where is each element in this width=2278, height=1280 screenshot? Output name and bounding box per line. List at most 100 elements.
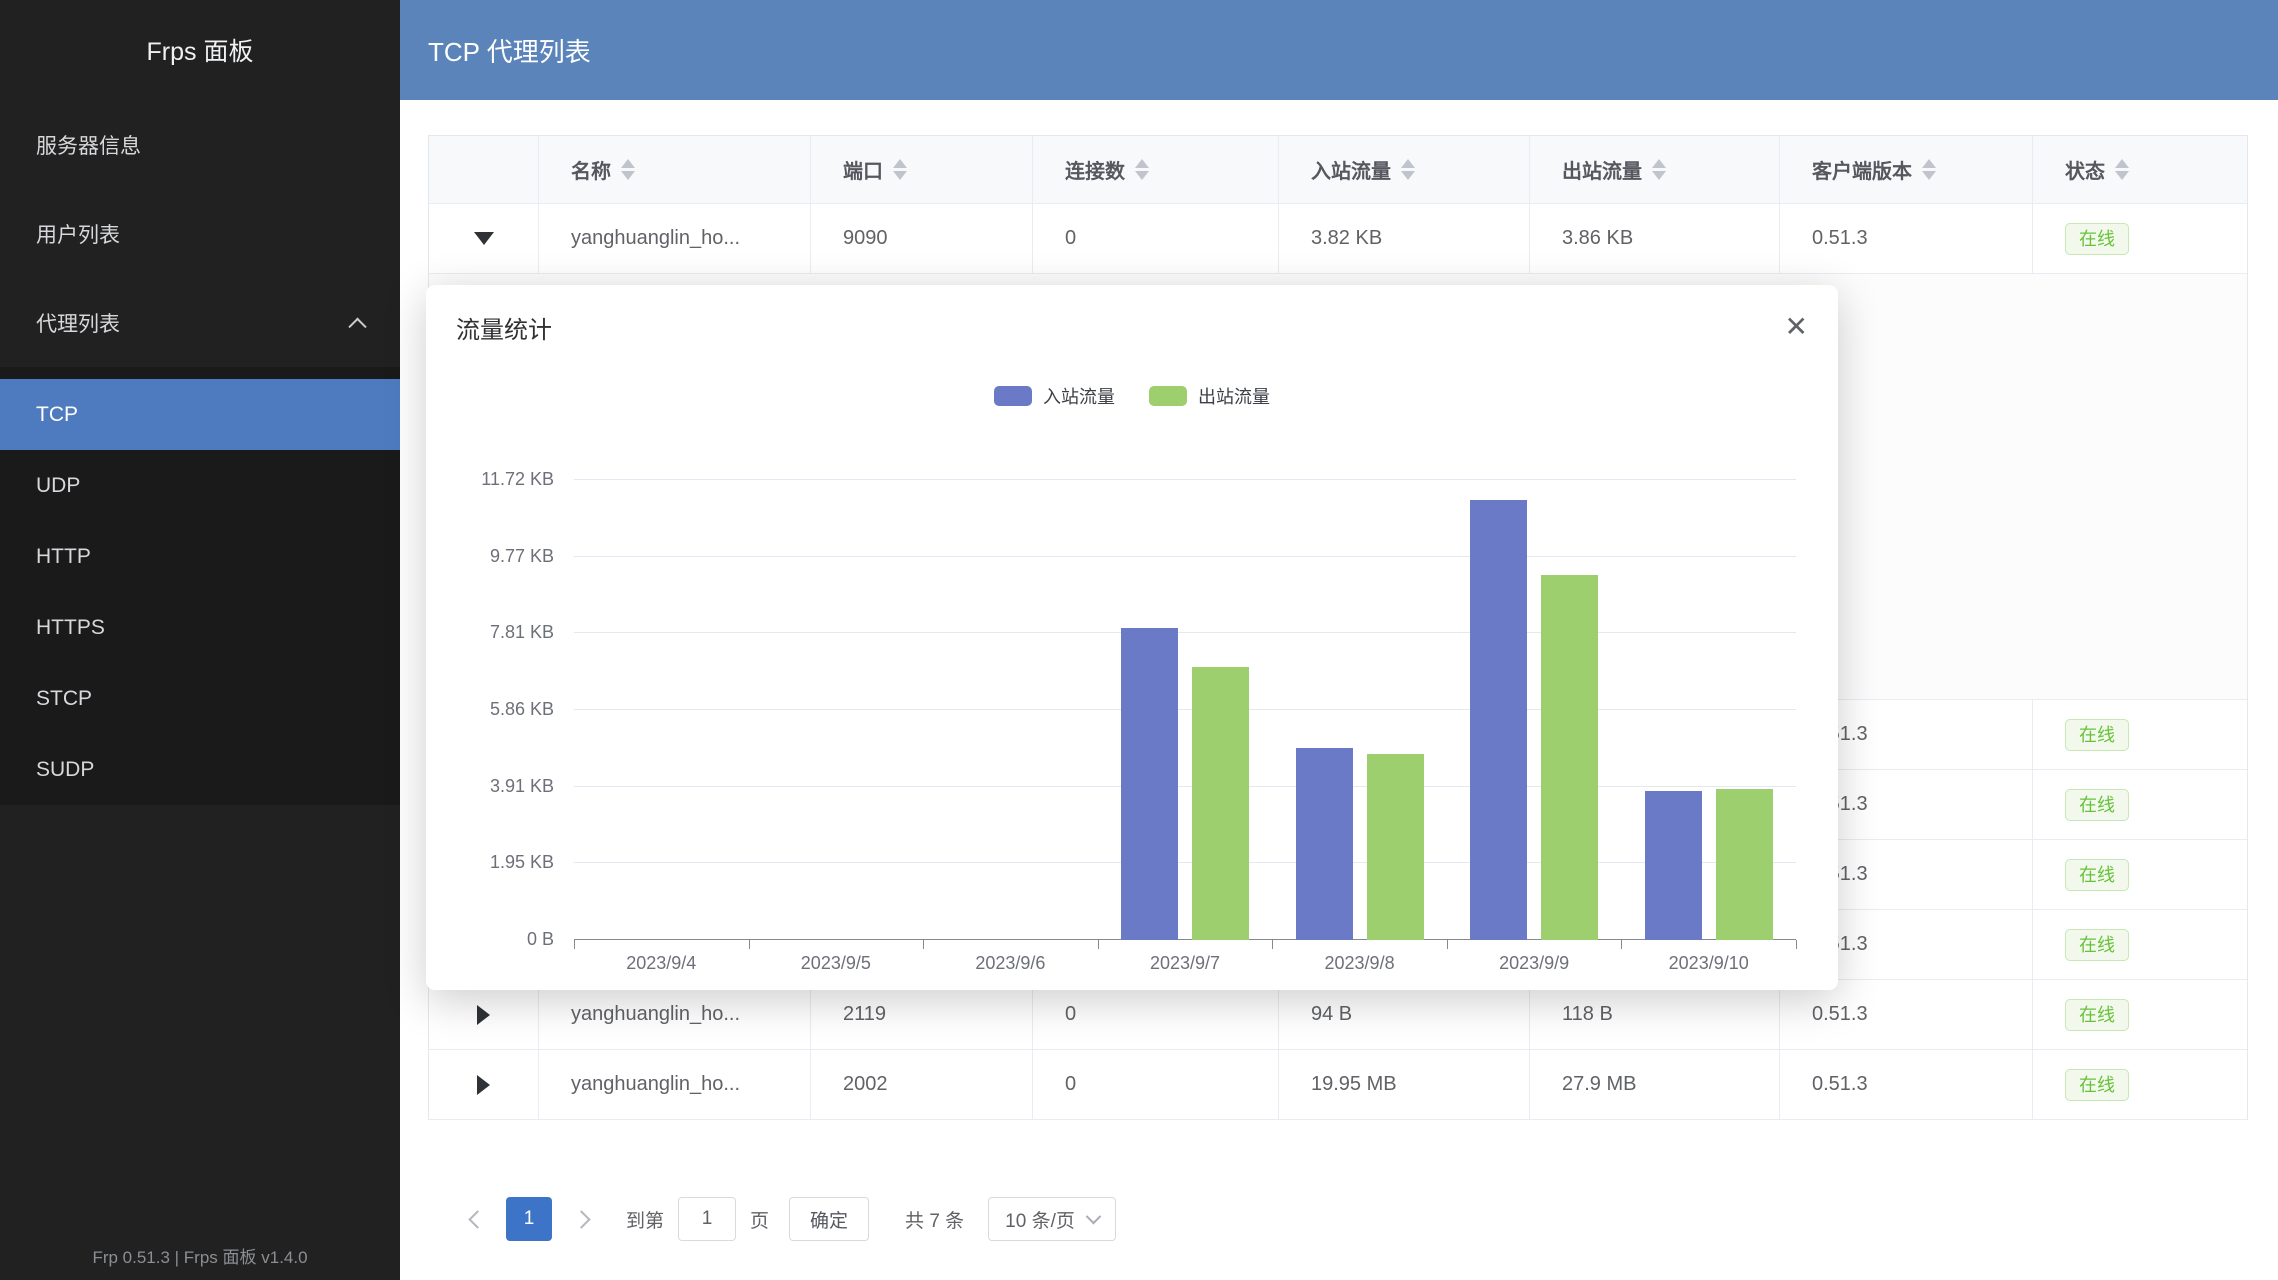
x-axis-label: 2023/9/5 (749, 953, 924, 974)
bar-inbound[interactable] (1645, 791, 1702, 940)
cell-traffic-out: 118 B (1530, 980, 1780, 1050)
sidebar-item-server-info[interactable]: 服务器信息 (0, 100, 400, 189)
column-label: 端口 (843, 155, 883, 184)
x-axis-tick (1098, 940, 1099, 949)
column-label: 入站流量 (1311, 155, 1391, 184)
sort-desc-icon (1922, 171, 1936, 180)
sort-carets-icon[interactable] (621, 159, 635, 180)
legend-swatch (994, 386, 1032, 406)
cell-traffic-in: 19.95 MB (1279, 1050, 1530, 1120)
sidebar-item-udp[interactable]: UDP (0, 450, 400, 521)
sidebar-item-http[interactable]: HTTP (0, 521, 400, 592)
sort-asc-icon (1922, 159, 1936, 168)
cell-status: 在线 (2033, 204, 2247, 274)
page-unit-label: 页 (750, 1206, 769, 1233)
legend-label: 入站流量 (1043, 383, 1115, 409)
page-1-button[interactable]: 1 (506, 1197, 552, 1241)
bar-outbound[interactable] (1367, 754, 1424, 940)
cell-connections: 0 (1033, 1050, 1279, 1120)
sidebar-item-label: 代理列表 (36, 308, 120, 338)
x-axis-tick (1621, 940, 1622, 949)
cell-connections: 0 (1033, 980, 1279, 1050)
sort-asc-icon (1652, 159, 1666, 168)
bar-outbound[interactable] (1192, 667, 1249, 940)
bar-outbound[interactable] (1716, 789, 1773, 940)
bar-group (1272, 480, 1447, 940)
cell-status: 在线 (2033, 910, 2247, 980)
cell-client-version: 0.51.3 (1780, 1050, 2033, 1120)
sort-carets-icon[interactable] (893, 159, 907, 180)
sort-asc-icon (2115, 159, 2129, 168)
page-size-select[interactable]: 10 条/页 (988, 1197, 1116, 1241)
column-label: 客户端版本 (1812, 155, 1912, 184)
bar-group (1098, 480, 1273, 940)
column-header-expand (429, 136, 539, 204)
column-label: 连接数 (1065, 155, 1125, 184)
sort-desc-icon (621, 171, 635, 180)
sidebar-item-user-list[interactable]: 用户列表 (0, 189, 400, 278)
chart-legend: 入站流量 出站流量 (426, 383, 1838, 409)
chevron-left-icon (468, 1210, 486, 1228)
column-label: 出站流量 (1562, 155, 1642, 184)
x-axis-label: 2023/9/4 (574, 953, 749, 974)
cell-traffic-out: 27.9 MB (1530, 1050, 1780, 1120)
bar-outbound[interactable] (1541, 575, 1598, 940)
sidebar-item-tcp[interactable]: TCP (0, 379, 400, 450)
bar-inbound[interactable] (1470, 500, 1527, 940)
x-axis-tick (1272, 940, 1273, 949)
cell-port: 2002 (811, 1050, 1033, 1120)
sort-carets-icon[interactable] (1401, 159, 1415, 180)
status-badge: 在线 (2065, 789, 2129, 821)
sidebar-item-proxy-list[interactable]: 代理列表 (0, 278, 400, 367)
sidebar-item-stcp[interactable]: STCP (0, 663, 400, 734)
column-header-traffic-out[interactable]: 出站流量 (1530, 136, 1780, 204)
y-axis-label: 9.77 KB (426, 546, 554, 567)
x-axis-tick (923, 940, 924, 949)
bar-group (749, 480, 924, 940)
next-page-button[interactable] (562, 1213, 600, 1226)
y-axis-label: 7.81 KB (426, 622, 554, 643)
column-header-port[interactable]: 端口 (811, 136, 1033, 204)
status-badge: 在线 (2065, 1069, 2129, 1101)
column-header-traffic-in[interactable]: 入站流量 (1279, 136, 1530, 204)
column-header-client-version[interactable]: 客户端版本 (1780, 136, 2033, 204)
sort-asc-icon (893, 159, 907, 168)
bar-group (1621, 480, 1796, 940)
sidebar-item-https[interactable]: HTTPS (0, 592, 400, 663)
bar-inbound[interactable] (1296, 748, 1353, 940)
collapse-caret-icon (474, 232, 494, 245)
column-header-connections[interactable]: 连接数 (1033, 136, 1279, 204)
sort-carets-icon[interactable] (1922, 159, 1936, 180)
expand-cell[interactable] (429, 1050, 539, 1120)
sort-desc-icon (1135, 171, 1149, 180)
x-axis-label: 2023/9/7 (1098, 953, 1273, 974)
cell-port: 9090 (811, 204, 1033, 274)
x-axis-tick (1447, 940, 1448, 949)
expand-cell[interactable] (429, 980, 539, 1050)
status-badge: 在线 (2065, 859, 2129, 891)
chevron-down-icon (1086, 1208, 1102, 1224)
goto-confirm-button[interactable]: 确定 (789, 1197, 869, 1241)
legend-label: 出站流量 (1198, 383, 1270, 409)
bar-inbound[interactable] (1121, 628, 1178, 940)
column-label: 状态 (2065, 155, 2105, 184)
app-title: Frps 面板 (0, 0, 400, 100)
prev-page-button[interactable] (458, 1213, 496, 1226)
legend-item-inbound[interactable]: 入站流量 (994, 383, 1115, 409)
sort-carets-icon[interactable] (2115, 159, 2129, 180)
sort-carets-icon[interactable] (1135, 159, 1149, 180)
sort-desc-icon (2115, 171, 2129, 180)
goto-page-input[interactable] (678, 1197, 736, 1241)
legend-item-outbound[interactable]: 出站流量 (1149, 383, 1270, 409)
cell-status: 在线 (2033, 840, 2247, 910)
x-axis-tick (749, 940, 750, 949)
bars-container (574, 480, 1796, 940)
column-header-name[interactable]: 名称 (539, 136, 811, 204)
sidebar-item-sudp[interactable]: SUDP (0, 734, 400, 805)
expand-cell[interactable] (429, 204, 539, 274)
column-header-status[interactable]: 状态 (2033, 136, 2247, 204)
traffic-stats-modal: 流量统计 ✕ 入站流量出站流量 0 B1.95 KB3.91 KB5.86 KB… (426, 285, 1838, 990)
sort-carets-icon[interactable] (1652, 159, 1666, 180)
bar-group (1447, 480, 1622, 940)
sort-asc-icon (621, 159, 635, 168)
